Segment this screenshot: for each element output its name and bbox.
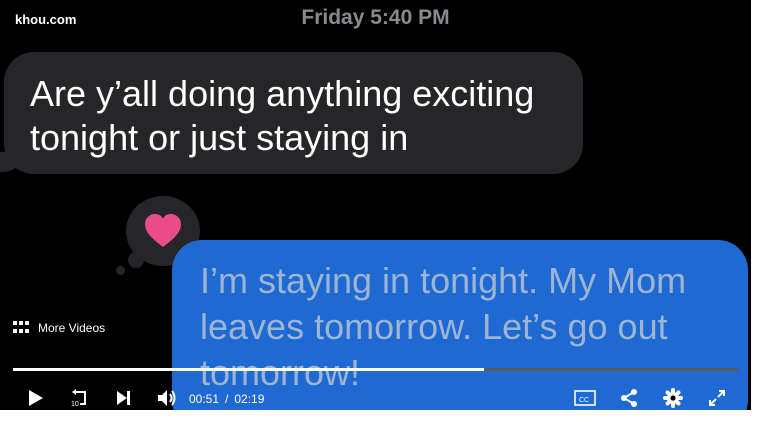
progress-played xyxy=(13,368,485,371)
fullscreen-icon xyxy=(709,390,725,406)
video-player[interactable]: khou.com Friday 5:40 PM Are y’all doing … xyxy=(0,0,751,410)
next-icon xyxy=(117,391,130,405)
share-button[interactable] xyxy=(617,386,641,410)
time-display: 00:51 / 02:19 xyxy=(189,392,264,406)
volume-button[interactable] xyxy=(155,386,179,410)
received-message-bubble: Are y’all doing anything exciting tonigh… xyxy=(0,52,583,174)
next-button[interactable] xyxy=(111,386,135,410)
duration: 02:19 xyxy=(234,392,265,406)
tapback-dot xyxy=(116,266,125,275)
time-separator: / xyxy=(225,392,229,406)
grid-icon xyxy=(13,321,29,335)
current-time: 00:51 xyxy=(189,392,220,406)
sent-message-text: I’m staying in tonight. My Mom leaves to… xyxy=(200,260,687,393)
replay-10-button[interactable]: 10 xyxy=(67,386,91,410)
play-button[interactable] xyxy=(23,386,47,410)
more-videos-button[interactable]: More Videos xyxy=(13,321,105,335)
play-icon xyxy=(29,390,43,406)
progress-bar[interactable] xyxy=(13,368,738,371)
message-timestamp: Friday 5:40 PM xyxy=(301,6,450,29)
received-message-text: Are y’all doing anything exciting tonigh… xyxy=(30,73,535,158)
replay-10-icon: 10 xyxy=(71,389,86,408)
fullscreen-button[interactable] xyxy=(705,386,729,410)
volume-icon xyxy=(158,390,176,406)
control-bar: 10 00:51 / 02:19 CC xyxy=(0,382,751,410)
svg-text:10: 10 xyxy=(71,401,79,408)
settings-icon xyxy=(663,388,683,408)
heart-icon xyxy=(145,214,181,247)
share-icon xyxy=(621,389,637,407)
settings-button[interactable] xyxy=(661,386,685,410)
bubble-tail xyxy=(0,152,22,172)
more-videos-label: More Videos xyxy=(38,321,106,335)
tapback-dot xyxy=(128,252,144,268)
captions-icon: CC xyxy=(574,390,596,406)
svg-text:CC: CC xyxy=(579,397,589,404)
captions-button[interactable]: CC xyxy=(573,386,597,410)
